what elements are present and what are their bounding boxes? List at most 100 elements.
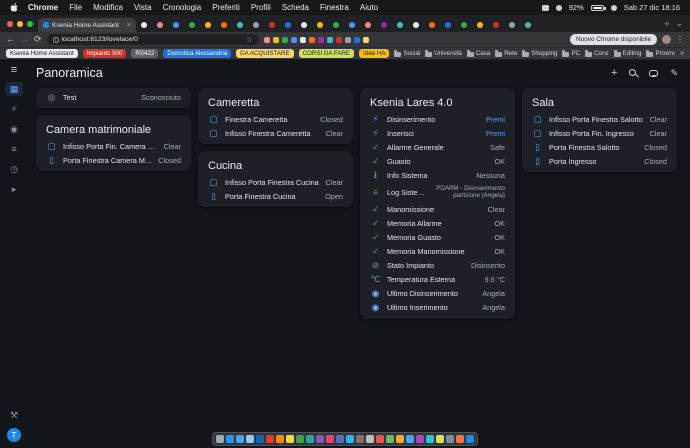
entity-row[interactable]: ◉Ultimo InserimentoAngela: [360, 301, 515, 315]
new-tab-button[interactable]: +: [661, 19, 672, 29]
browser-tab[interactable]: [232, 18, 248, 32]
browser-tab[interactable]: [424, 18, 440, 32]
dev-tools-icon[interactable]: ⚒: [5, 408, 23, 422]
dock-app-icon[interactable]: [326, 435, 334, 443]
menubar-menu-finestra[interactable]: Finestra: [320, 3, 349, 12]
address-bar[interactable]: i localhost:8123/lovelace/0 ☆: [47, 34, 259, 45]
entity-row[interactable]: ✓Allarme GeneraleSafe: [360, 140, 515, 154]
browser-tab[interactable]: [472, 18, 488, 32]
extension-icon[interactable]: [363, 37, 369, 43]
entity-row[interactable]: ℹInfo SistemaNessuna: [360, 168, 515, 182]
browser-tab[interactable]: [248, 18, 264, 32]
bookmark-folder-social[interactable]: Social: [394, 50, 420, 57]
bookmark-rs422[interactable]: RS422: [131, 49, 158, 58]
entity-row[interactable]: ⚡InserisciPremi: [360, 126, 515, 140]
forward-button[interactable]: →: [20, 35, 29, 44]
bookmarks-overflow-icon[interactable]: »: [680, 50, 684, 57]
browser-tab[interactable]: [168, 18, 184, 32]
control-center-icon[interactable]: [556, 5, 562, 11]
dock-app-icon[interactable]: [306, 435, 314, 443]
bookmark-folder-casa[interactable]: Casa: [467, 50, 490, 57]
entity-row[interactable]: ✓ManomissioneClear: [360, 203, 515, 217]
bookmark-folder-rete[interactable]: Rete: [495, 50, 517, 57]
browser-tab[interactable]: [376, 18, 392, 32]
browser-tab[interactable]: [280, 18, 296, 32]
chrome-update-button[interactable]: Nuovo Chrome disponibile: [570, 34, 657, 45]
entity-row[interactable]: ✓GuastoOK: [360, 154, 515, 168]
dock-app-icon[interactable]: [426, 435, 434, 443]
extension-icon[interactable]: [318, 37, 324, 43]
extension-icon[interactable]: [345, 37, 351, 43]
bookmark-idee-ha[interactable]: Idee HA: [359, 49, 389, 58]
bookmark-folder-proxmox[interactable]: Proxmox: [646, 50, 675, 57]
dock-app-icon[interactable]: [286, 435, 294, 443]
wifi-icon[interactable]: [611, 5, 617, 11]
tab-search-icon[interactable]: ⌄: [672, 18, 686, 29]
browser-tab[interactable]: [440, 18, 456, 32]
assist-icon[interactable]: [649, 70, 658, 77]
sidebar-item-energy[interactable]: ⚡: [5, 102, 23, 116]
entity-row[interactable]: ▯Porta IngressoClosed: [522, 154, 677, 168]
browser-tab[interactable]: [136, 18, 152, 32]
menubar-menu-modifica[interactable]: Modifica: [93, 3, 123, 12]
browser-tab[interactable]: [328, 18, 344, 32]
reload-button[interactable]: ⟳: [34, 35, 42, 44]
dock-app-icon[interactable]: [436, 435, 444, 443]
dock-app-icon[interactable]: [406, 435, 414, 443]
dock-app-icon[interactable]: [256, 435, 264, 443]
bookmark-da-acquistare[interactable]: DA ACQUISTARE: [236, 49, 293, 58]
dock-app-icon[interactable]: [316, 435, 324, 443]
bookmark-folder-shopping[interactable]: Shopping: [522, 50, 557, 57]
dock-app-icon[interactable]: [376, 435, 384, 443]
entity-row[interactable]: ✓Memoria GuastoOK: [360, 231, 515, 245]
sidebar-item-history[interactable]: ◷: [5, 162, 23, 176]
entity-row[interactable]: ▢Infisso Porta Finestra SalottoClear: [522, 112, 677, 126]
dock-app-icon[interactable]: [416, 435, 424, 443]
tab-close-icon[interactable]: ×: [127, 22, 131, 29]
menubar-menu-cronologia[interactable]: Cronologia: [163, 3, 202, 12]
browser-tab[interactable]: [200, 18, 216, 32]
active-tab[interactable]: Ksenia Home Assistant ×: [38, 18, 136, 32]
entity-row[interactable]: ℃Temperatura Esterna9,6 °C: [360, 273, 515, 287]
chrome-menu-icon[interactable]: ⋮: [676, 35, 684, 44]
entity-row[interactable]: ⚡DisinserimentoPremi: [360, 112, 515, 126]
dock-app-icon[interactable]: [236, 435, 244, 443]
site-info-icon[interactable]: i: [53, 37, 59, 43]
dock-app-icon[interactable]: [266, 435, 274, 443]
extension-icon[interactable]: [291, 37, 297, 43]
bookmark-folder-corsi[interactable]: Corsi: [585, 50, 608, 57]
bookmark-ksenia-home-assistant[interactable]: Ksenia Home Assistant: [6, 49, 78, 58]
bookmark-folder-editing[interactable]: Editing: [614, 50, 642, 57]
user-avatar[interactable]: T: [7, 428, 21, 442]
menubar-menu-scheda[interactable]: Scheda: [282, 3, 309, 12]
browser-tab[interactable]: [504, 18, 520, 32]
sidebar-item-media[interactable]: ▸: [5, 182, 23, 196]
edit-dashboard-icon[interactable]: ✎: [670, 68, 678, 79]
extension-icon[interactable]: [264, 37, 270, 43]
back-button[interactable]: ←: [6, 35, 15, 44]
close-window-button[interactable]: [7, 21, 13, 27]
entity-row[interactable]: ▢Infisso Finestra CamerettaClear: [198, 126, 353, 140]
entity-row[interactable]: ▯Porta Finestra SalottoClosed: [522, 140, 677, 154]
entity-row[interactable]: ✓Memoria ManomissioneOK: [360, 245, 515, 259]
browser-tab[interactable]: [344, 18, 360, 32]
entity-row[interactable]: ▯Porta Finestra CucinaOpen: [198, 189, 353, 203]
browser-tab[interactable]: [216, 18, 232, 32]
extension-icon[interactable]: [300, 37, 306, 43]
browser-tab[interactable]: [408, 18, 424, 32]
menubar-menu-preferiti[interactable]: Preferiti: [212, 3, 240, 12]
menubar-menu-chrome[interactable]: Chrome: [28, 3, 58, 12]
browser-tab[interactable]: [520, 18, 536, 32]
dock-app-icon[interactable]: [386, 435, 394, 443]
add-card-icon[interactable]: +: [611, 68, 617, 79]
extension-icon[interactable]: [273, 37, 279, 43]
sidebar-item-logbook[interactable]: ≡: [5, 142, 23, 156]
dock-app-icon[interactable]: [226, 435, 234, 443]
extension-icon[interactable]: [327, 37, 333, 43]
dock-app-icon[interactable]: [216, 435, 224, 443]
bookmark-domotica-alessandria[interactable]: Domotica Alessandria: [163, 49, 231, 58]
browser-tab[interactable]: [312, 18, 328, 32]
entity-row[interactable]: ⊘Stato ImpiantoDisinserito: [360, 259, 515, 273]
sidebar-menu-icon[interactable]: ≡: [11, 65, 17, 76]
entity-row[interactable]: ◉Ultimo DisinserimentoAngela: [360, 287, 515, 301]
